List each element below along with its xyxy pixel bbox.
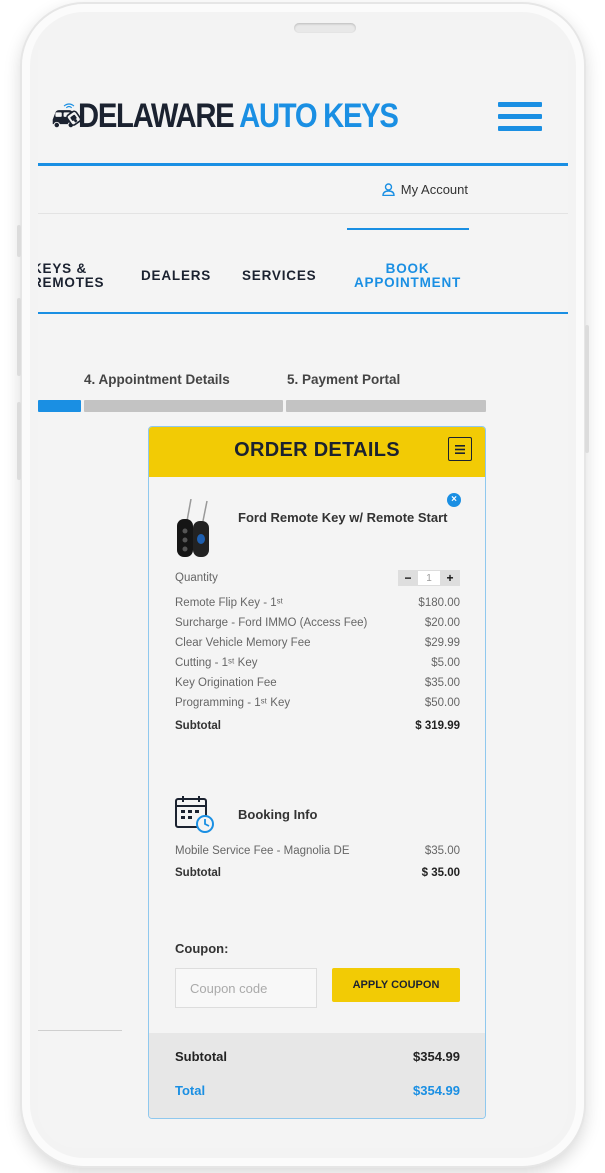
order-totals: Subtotal $354.99 Total $354.99 [149,1033,485,1118]
nav-item-services[interactable]: SERVICES [242,269,316,283]
quantity-label: Quantity [175,572,218,584]
phone-speaker [294,23,356,33]
brand-name-blue: AUTO KEYS [239,96,400,135]
line-item-amount: $35.00 [424,677,460,689]
line-item-label: Surcharge - Ford IMMO (Access Fee) [175,617,368,629]
order-subtotal-row: Subtotal $354.99 [175,1049,460,1064]
order-subtotal-amount: $354.99 [413,1049,460,1064]
apply-coupon-button[interactable]: APPLY COUPON [332,968,460,1002]
line-item: Programming - 1ˢᵗ Key $50.00 [175,694,460,712]
brand-name: DELAWARE AUTO KEYS [78,96,400,136]
main-nav: KEYS & REMOTES DEALERS SERVICES BOOK APP… [38,214,568,314]
nav-item-book-appointment[interactable]: BOOK APPOINTMENT [354,262,461,290]
step-progress-bar [286,400,486,412]
line-item: Clear Vehicle Memory Fee $29.99 [175,634,460,652]
booking-subtotal-row: Subtotal $ 35.00 [175,864,460,882]
order-details-title: ORDER DETAILS [234,439,400,461]
step-progress-active [38,400,81,412]
quantity-value[interactable]: 1 [418,570,440,586]
order-total-label: Total [175,1083,206,1098]
nav-item-dealers[interactable]: DEALERS [141,269,211,283]
step-payment-portal[interactable]: 5. Payment Portal [287,372,400,387]
line-item-amount: $35.00 [424,845,460,857]
phone-side-button [17,225,21,257]
quantity-stepper: − 1 + [398,570,460,586]
my-account-label: My Account [400,182,468,197]
quantity-row: Quantity − 1 + [175,569,460,587]
brand-name-dark: DELAWARE [78,96,235,135]
line-item-amount: $180.00 [418,597,460,609]
site-header: DELAWARE AUTO KEYS [38,50,568,166]
line-item-amount: $5.00 [431,657,460,669]
product-name: Ford Remote Key w/ Remote Start [238,510,448,525]
coupon-label: Coupon: [175,941,229,956]
line-item: Key Origination Fee $35.00 [175,674,460,692]
coupon-code-input[interactable]: Coupon code [175,968,317,1008]
nav-label-line: REMOTES [38,275,105,290]
phone-side-button [585,325,589,453]
subtotal-label: Subtotal [175,867,221,879]
nav-label-line: BOOK [385,261,430,276]
order-total-row: Total $354.99 [175,1083,460,1098]
calendar-clock-icon [175,796,214,833]
account-bar: My Account [38,168,568,214]
booking-info-title: Booking Info [238,807,318,822]
remove-item-icon[interactable]: × [447,493,461,507]
nav-active-indicator [347,228,469,230]
line-item-label: Key Origination Fee [175,677,277,689]
line-item-label: Clear Vehicle Memory Fee [175,637,311,649]
line-item: Mobile Service Fee - Magnolia DE $35.00 [175,842,460,860]
decrease-quantity-button[interactable]: − [398,570,418,586]
order-total-amount: $354.99 [413,1083,460,1098]
user-icon [382,183,395,196]
product-subtotal-row: Subtotal $ 319.99 [175,717,460,735]
brand-logo[interactable]: DELAWARE AUTO KEYS [50,86,450,146]
divider [38,1030,122,1031]
line-item: Surcharge - Ford IMMO (Access Fee) $20.0… [175,614,460,632]
product-subtotal-amount: $ 319.99 [415,720,460,732]
my-account-link[interactable]: My Account [382,182,468,197]
line-item: Remote Flip Key - 1ˢᵗ $180.00 [175,594,460,612]
line-item-label: Cutting - 1ˢᵗ Key [175,657,258,669]
phone-side-button [17,402,21,480]
nav-label-line: KEYS & [38,261,88,276]
nav-item-keys-remotes[interactable]: KEYS & REMOTES [38,262,104,290]
order-details-header: ORDER DETAILS [149,427,485,477]
order-details-card: ORDER DETAILS Ford Remote Key w/ Remote … [148,426,486,1119]
hamburger-menu-icon[interactable] [498,102,542,134]
line-item-label: Mobile Service Fee - Magnolia DE [175,845,350,857]
line-item-amount: $20.00 [424,617,460,629]
line-item-label: Remote Flip Key - 1ˢᵗ [175,597,284,609]
line-item-amount: $29.99 [424,637,460,649]
line-item-label: Programming - 1ˢᵗ Key [175,697,291,709]
phone-side-button [17,298,21,376]
line-item: Cutting - 1ˢᵗ Key $5.00 [175,654,460,672]
flip-key-image [177,499,209,557]
nav-label-line: APPOINTMENT [354,275,462,290]
step-progress-bar [84,400,283,412]
line-item-amount: $50.00 [424,697,460,709]
subtotal-label: Subtotal [175,720,221,732]
step-appointment-details[interactable]: 4. Appointment Details [84,372,230,387]
increase-quantity-button[interactable]: + [440,570,460,586]
phone-screen: DELAWARE AUTO KEYS My Account KEYS & REM… [38,50,568,1148]
booking-subtotal-amount: $ 35.00 [421,867,460,879]
order-menu-icon[interactable] [448,437,472,461]
order-subtotal-label: Subtotal [175,1049,227,1064]
